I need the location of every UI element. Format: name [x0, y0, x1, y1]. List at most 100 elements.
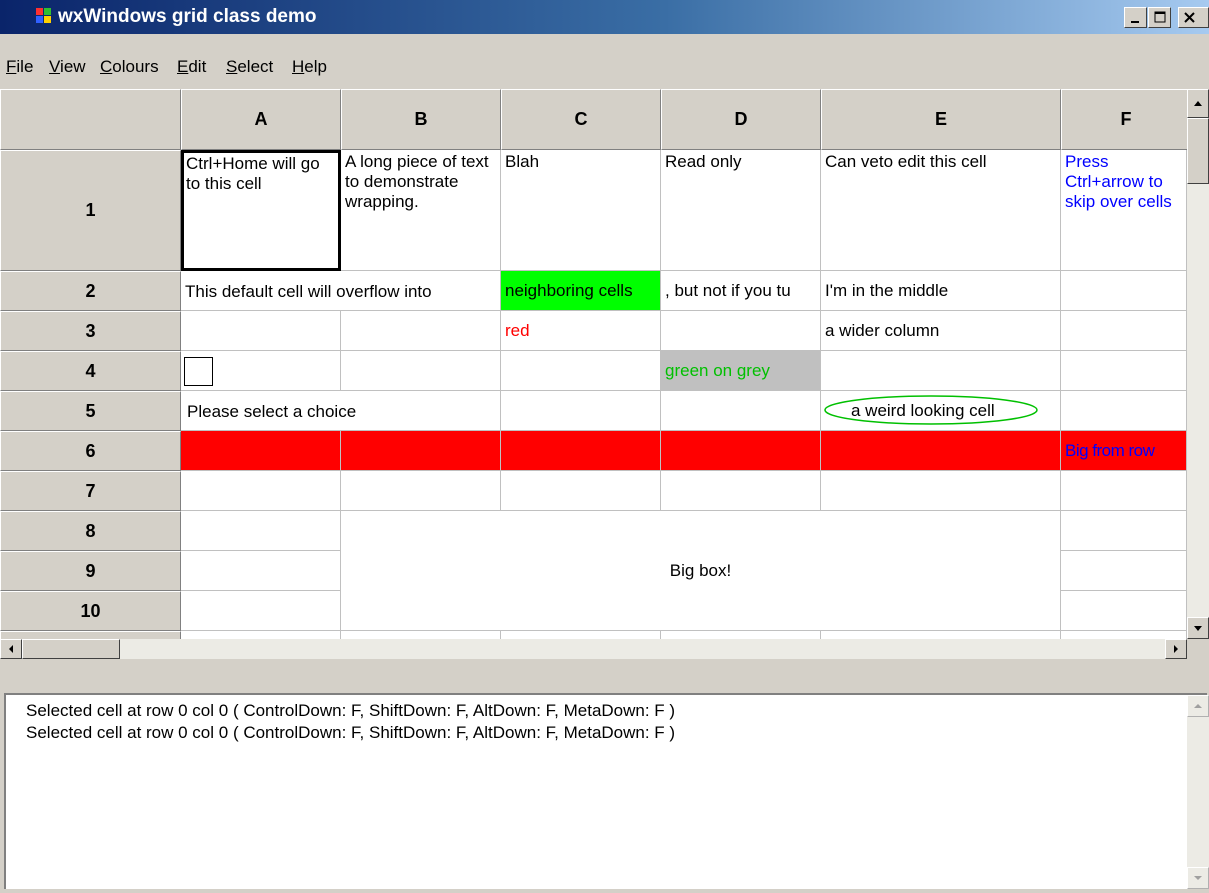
scroll-up-button[interactable] [1187, 89, 1209, 118]
cell-e1[interactable]: Can veto edit this cell [821, 150, 1061, 271]
cell-e2[interactable]: I'm in the middle [821, 271, 1061, 311]
grid-corner[interactable] [0, 89, 181, 150]
log-scroll-down-button[interactable] [1187, 867, 1209, 889]
cell-a1[interactable]: Ctrl+Home will go to this cell [181, 150, 341, 271]
cell-f4[interactable] [1061, 351, 1187, 391]
hscroll-thumb[interactable] [22, 639, 120, 659]
cell-f10[interactable] [1061, 591, 1187, 631]
arrow-right-icon [1174, 645, 1178, 653]
row-header-5[interactable]: 5 [0, 391, 181, 431]
col-header-c[interactable]: C [501, 89, 661, 150]
cell-c4[interactable] [501, 351, 661, 391]
scroll-right-button[interactable] [1165, 639, 1187, 659]
col-header-d[interactable]: D [661, 89, 821, 150]
checkbox[interactable] [184, 357, 213, 386]
cell-b3[interactable] [341, 311, 501, 351]
col-header-f[interactable]: F [1061, 89, 1191, 150]
cell-b1[interactable]: A long piece of text to demonstrate wrap… [341, 150, 501, 271]
cell-b5[interactable] [341, 391, 501, 431]
cell-d2[interactable]: , but not if you tu [661, 271, 821, 311]
cell-a5-overflow-text: Please select a choice [187, 402, 357, 421]
cell-a7[interactable] [181, 471, 341, 511]
cell-f5[interactable] [1061, 391, 1187, 431]
arrow-down-icon [1194, 876, 1202, 880]
cell-e5[interactable]: a weird looking cell [821, 391, 1061, 431]
close-icon [1184, 12, 1195, 23]
row-header-9[interactable]: 9 [0, 551, 181, 591]
maximize-button[interactable] [1148, 7, 1171, 28]
cell-f2[interactable] [1061, 271, 1187, 311]
menu-view[interactable]: View [49, 57, 86, 77]
menu-select[interactable]: Select [226, 57, 273, 77]
col-header-b[interactable]: B [341, 89, 501, 150]
cell-e5-text: a weird looking cell [851, 401, 995, 420]
log-line: Selected cell at row 0 col 0 ( ControlDo… [26, 701, 676, 720]
grid-horizontal-scrollbar[interactable] [0, 639, 1187, 659]
cell-a8[interactable] [181, 511, 341, 551]
cell-b7[interactable] [341, 471, 501, 511]
scroll-left-button[interactable] [0, 639, 22, 659]
log-text-area[interactable]: Selected cell at row 0 col 0 ( ControlDo… [4, 693, 1209, 889]
menu-help[interactable]: Help [292, 57, 327, 77]
col-header-a[interactable]: A [181, 89, 341, 150]
cell-c2[interactable]: neighboring cells [501, 271, 661, 311]
cell-e3[interactable]: a wider column [821, 311, 1061, 351]
cell-b8-big-box[interactable]: Big box! [341, 511, 1061, 631]
cell-f6[interactable]: Big from row [1061, 431, 1187, 471]
cell-f3[interactable] [1061, 311, 1187, 351]
cell-a2-overflow-text: This default cell will overflow into [185, 282, 432, 301]
grid-vertical-scrollbar[interactable] [1187, 89, 1209, 639]
menu-edit[interactable]: Edit [177, 57, 206, 77]
cell-d7[interactable] [661, 471, 821, 511]
row-header-6[interactable]: 6 [0, 431, 181, 471]
cell-f9[interactable] [1061, 551, 1187, 591]
cell-f1[interactable]: Press Ctrl+arrow to skip over cells [1061, 150, 1187, 271]
menu-colours[interactable]: Colours [100, 57, 159, 77]
cell-b4[interactable] [341, 351, 501, 391]
scroll-thumb[interactable] [1187, 118, 1209, 184]
big-box-text: Big box! [669, 560, 732, 580]
cell-e7[interactable] [821, 471, 1061, 511]
row-header-4[interactable]: 4 [0, 351, 181, 391]
cell-e6[interactable] [821, 431, 1061, 471]
cell-b6[interactable] [341, 431, 501, 471]
scroll-down-button[interactable] [1187, 617, 1209, 639]
app-icon [36, 8, 52, 24]
cell-c6[interactable] [501, 431, 661, 471]
cell-c5[interactable] [501, 391, 661, 431]
cell-c1[interactable]: Blah [501, 150, 661, 271]
scrollbar-corner [1187, 639, 1209, 659]
cell-c7[interactable] [501, 471, 661, 511]
minimize-button[interactable] [1124, 7, 1147, 28]
row-header-2[interactable]: 2 [0, 271, 181, 311]
cell-d1[interactable]: Read only [661, 150, 821, 271]
cell-e4[interactable] [821, 351, 1061, 391]
row-header-8[interactable]: 8 [0, 511, 181, 551]
col-header-e[interactable]: E [821, 89, 1061, 150]
arrow-up-icon [1194, 101, 1202, 106]
cell-d6[interactable] [661, 431, 821, 471]
cell-f8[interactable] [1061, 511, 1187, 551]
grid[interactable]: A B C D E F 1 2 3 4 5 6 7 8 9 10 11 Ctrl… [0, 89, 1209, 657]
close-button[interactable] [1178, 7, 1209, 28]
maximize-icon [1154, 11, 1166, 23]
cell-a10[interactable] [181, 591, 341, 631]
log-vertical-scrollbar[interactable] [1187, 695, 1209, 889]
cell-a6[interactable] [181, 431, 341, 471]
log-scroll-up-button[interactable] [1187, 695, 1209, 717]
menu-file[interactable]: File [6, 57, 33, 77]
cell-d4[interactable]: green on grey [661, 351, 821, 391]
cell-f7[interactable] [1061, 471, 1187, 511]
row-header-10[interactable]: 10 [0, 591, 181, 631]
title-bar[interactable]: wxWindows grid class demo [0, 0, 1209, 34]
window-title: wxWindows grid class demo [58, 6, 317, 27]
row-header-3[interactable]: 3 [0, 311, 181, 351]
row-header-7[interactable]: 7 [0, 471, 181, 511]
cell-a4[interactable] [181, 351, 341, 391]
cell-a3[interactable] [181, 311, 341, 351]
cell-a9[interactable] [181, 551, 341, 591]
row-header-1[interactable]: 1 [0, 150, 181, 271]
cell-c3[interactable]: red [501, 311, 661, 351]
cell-d3[interactable] [661, 311, 821, 351]
cell-d5[interactable] [661, 391, 821, 431]
